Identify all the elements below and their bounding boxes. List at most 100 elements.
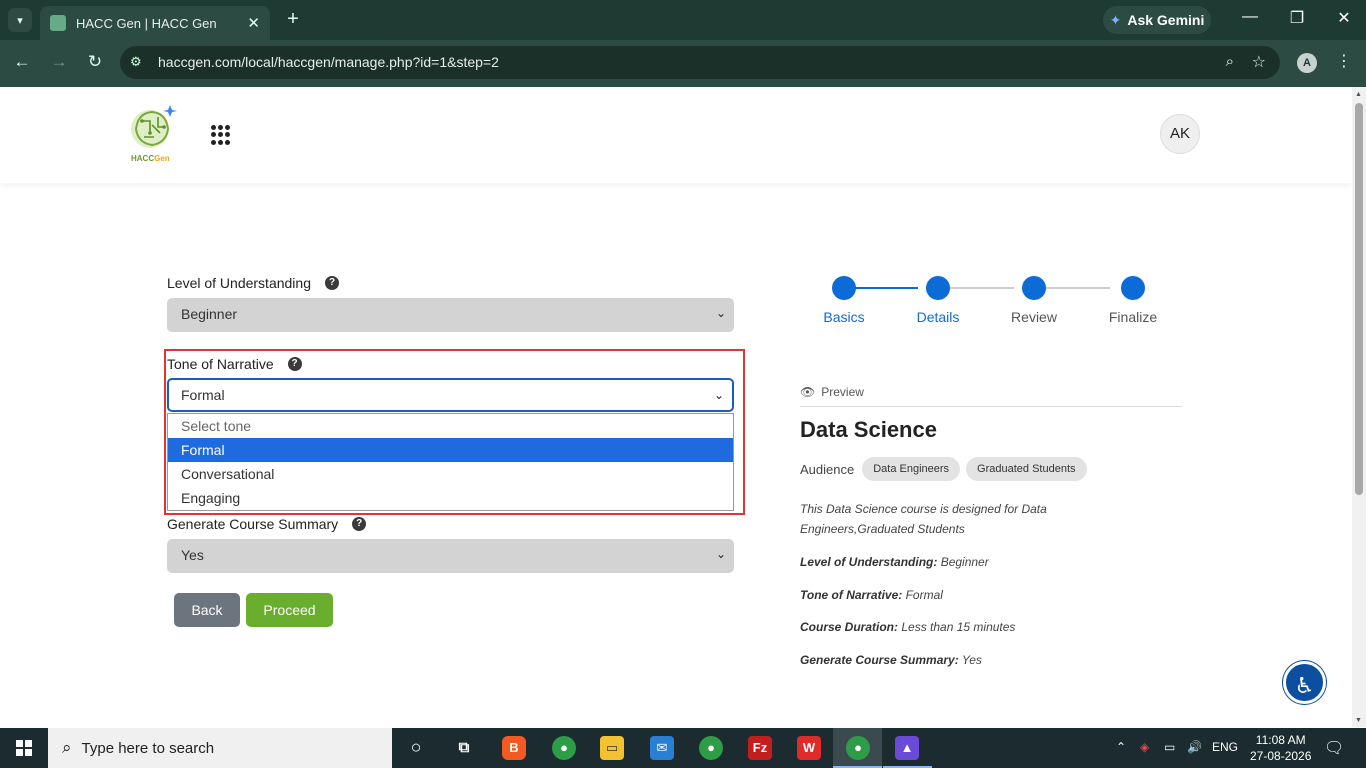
summary-label-text: Generate Course Summary — [167, 516, 339, 532]
progress-stepper: Basics Details Review Finalize — [808, 275, 1168, 335]
step-connector — [850, 287, 918, 289]
taskbar-clock[interactable]: 11:08 AM 27-08-2026 — [1250, 732, 1311, 764]
antivirus-tray-icon[interactable]: ◈ — [1140, 740, 1149, 754]
audience-chip: Graduated Students — [966, 457, 1087, 481]
scrollbar-thumb[interactable] — [1355, 103, 1363, 495]
windows-logo-icon — [16, 740, 32, 756]
tone-options-list: Select tone Formal Conversational Engagi… — [167, 413, 734, 511]
windows-start-button[interactable] — [0, 728, 48, 768]
step-label-finalize[interactable]: Finalize — [1093, 309, 1173, 325]
reload-icon[interactable]: ↻ — [83, 52, 107, 72]
close-tab-icon[interactable]: ✕ — [247, 14, 260, 32]
level-help-icon[interactable]: ? — [325, 276, 339, 290]
browser-menu-icon[interactable]: ⋮ — [1336, 51, 1352, 71]
step-connector — [1046, 287, 1110, 289]
browser-tab[interactable]: HACC Gen | HACC Gen ✕ — [40, 6, 270, 40]
audience-row: Audience Data Engineers Graduated Studen… — [800, 457, 1087, 481]
close-window-button[interactable]: ✕ — [1332, 8, 1356, 28]
task-view-icon[interactable]: ⧉ — [452, 736, 476, 760]
level-label-text: Level of Understanding — [167, 275, 311, 291]
chevron-down-icon: ⌄ — [715, 547, 726, 561]
step-dot-basics[interactable] — [832, 276, 856, 300]
site-info-icon[interactable]: ⚙ — [130, 54, 142, 70]
level-select-value: Beginner — [181, 306, 238, 322]
site-header: HACCGen AK — [0, 87, 1352, 183]
summary-select-value: Yes — [181, 547, 204, 563]
notification-icon[interactable]: 🗨 — [1324, 738, 1344, 758]
restore-window-button[interactable]: ❐ — [1285, 8, 1309, 28]
taskbar-search-placeholder: Type here to search — [81, 739, 215, 757]
new-tab-button[interactable]: + — [282, 8, 304, 31]
back-arrow-icon[interactable]: ← — [10, 52, 34, 72]
minimize-window-button[interactable]: — — [1238, 8, 1262, 26]
chevron-down-icon: ⌄ — [715, 306, 726, 320]
clock-time: 11:08 AM — [1255, 733, 1306, 747]
tone-option-conversational[interactable]: Conversational — [168, 462, 733, 486]
tone-select[interactable]: Formal ⌄ — [167, 378, 734, 412]
ask-gemini-label: Ask Gemini — [1127, 12, 1205, 28]
ask-gemini-button[interactable]: ✦ Ask Gemini — [1103, 6, 1211, 34]
proceed-button[interactable]: Proceed — [246, 593, 333, 627]
back-button[interactable]: Back — [174, 593, 240, 627]
chrome-profile-icon[interactable]: ● — [699, 736, 723, 760]
detail-summary: Generate Course Summary: Yes — [800, 653, 982, 667]
scroll-down-arrow-icon[interactable]: ▼ — [1355, 717, 1362, 724]
step-label-basics[interactable]: Basics — [804, 309, 884, 325]
step-dot-details[interactable] — [926, 276, 950, 300]
accessibility-icon[interactable]: ♿ — [1283, 661, 1326, 704]
language-indicator[interactable]: ENG — [1212, 740, 1238, 754]
user-avatar[interactable]: AK — [1160, 114, 1200, 154]
step-dot-review[interactable] — [1022, 276, 1046, 300]
eye-icon: 👁 — [800, 385, 816, 399]
chrome-icon[interactable]: ● — [552, 736, 576, 760]
step-label-review[interactable]: Review — [994, 309, 1074, 325]
tone-help-icon[interactable]: ? — [287, 357, 302, 371]
audience-label: Audience — [800, 461, 855, 477]
address-bar[interactable]: ⚙ haccgen.com/local/haccgen/manage.php?i… — [120, 46, 1280, 79]
summary-help-icon[interactable]: ? — [352, 517, 367, 531]
logo-wordmark: HACCGen — [131, 154, 170, 163]
preview-heading-text: Preview — [821, 385, 864, 399]
preview-heading: 👁 Preview — [800, 385, 864, 399]
tone-option-select-tone[interactable]: Select tone — [168, 414, 733, 438]
summary-select[interactable]: Yes ⌄ — [167, 539, 734, 573]
page-scrollbar[interactable]: ▲ ▼ — [1352, 87, 1366, 727]
browser-tab-bar: ▾ HACC Gen | HACC Gen ✕ + ✦ Ask Gemini —… — [0, 0, 1366, 40]
course-title: Data Science — [800, 417, 937, 442]
detail-level: Level of Understanding: Beginner — [800, 555, 989, 569]
bookmark-star-icon[interactable]: ☆ — [1252, 52, 1266, 72]
site-favicon-icon — [50, 15, 66, 31]
tone-option-engaging[interactable]: Engaging — [168, 486, 733, 510]
tone-select-value: Formal — [181, 387, 225, 403]
apps-grid-icon[interactable] — [211, 125, 231, 145]
zoom-icon[interactable]: ⌕ — [1226, 53, 1234, 70]
tab-title: HACC Gen | HACC Gen — [76, 15, 217, 31]
forward-arrow-icon[interactable]: → — [47, 52, 71, 72]
page-content: HACCGen AK Level of Understanding ? Begi… — [0, 87, 1352, 727]
tab-search-button[interactable]: ▾ — [8, 8, 32, 32]
volume-icon[interactable]: 🔊 — [1187, 740, 1202, 754]
network-icon[interactable]: ▭ — [1164, 740, 1175, 754]
step-label-details[interactable]: Details — [898, 309, 978, 325]
filezilla-icon[interactable]: Fz — [748, 736, 772, 760]
detail-tone: Tone of Narrative: Formal — [800, 588, 943, 602]
level-field-label: Level of Understanding ? — [167, 275, 339, 291]
wps-office-icon[interactable]: W — [797, 736, 821, 760]
taskbar-search[interactable]: ⌕ Type here to search — [48, 728, 392, 768]
chrome-active-icon[interactable]: ● — [846, 736, 870, 760]
chevron-down-icon: ⌄ — [713, 388, 724, 402]
step-dot-finalize[interactable] — [1121, 276, 1145, 300]
scroll-up-arrow-icon[interactable]: ▲ — [1355, 91, 1362, 98]
url-text: haccgen.com/local/haccgen/manage.php?id=… — [158, 54, 499, 70]
brave-browser-icon[interactable]: B — [502, 736, 526, 760]
browser-toolbar: ← → ↻ ⚙ haccgen.com/local/haccgen/manage… — [0, 40, 1366, 87]
mail-icon[interactable]: ✉ — [650, 736, 674, 760]
cortana-icon[interactable]: ○ — [404, 736, 428, 760]
level-select[interactable]: Beginner ⌄ — [167, 298, 734, 332]
clock-date: 27-08-2026 — [1250, 749, 1312, 763]
file-explorer-icon[interactable]: ▭ — [600, 736, 624, 760]
profile-avatar[interactable]: A — [1297, 53, 1317, 73]
canva-app-icon[interactable]: ▲ — [895, 736, 919, 760]
tray-overflow-icon[interactable]: ⌃ — [1116, 740, 1126, 754]
tone-option-formal[interactable]: Formal — [168, 438, 733, 462]
